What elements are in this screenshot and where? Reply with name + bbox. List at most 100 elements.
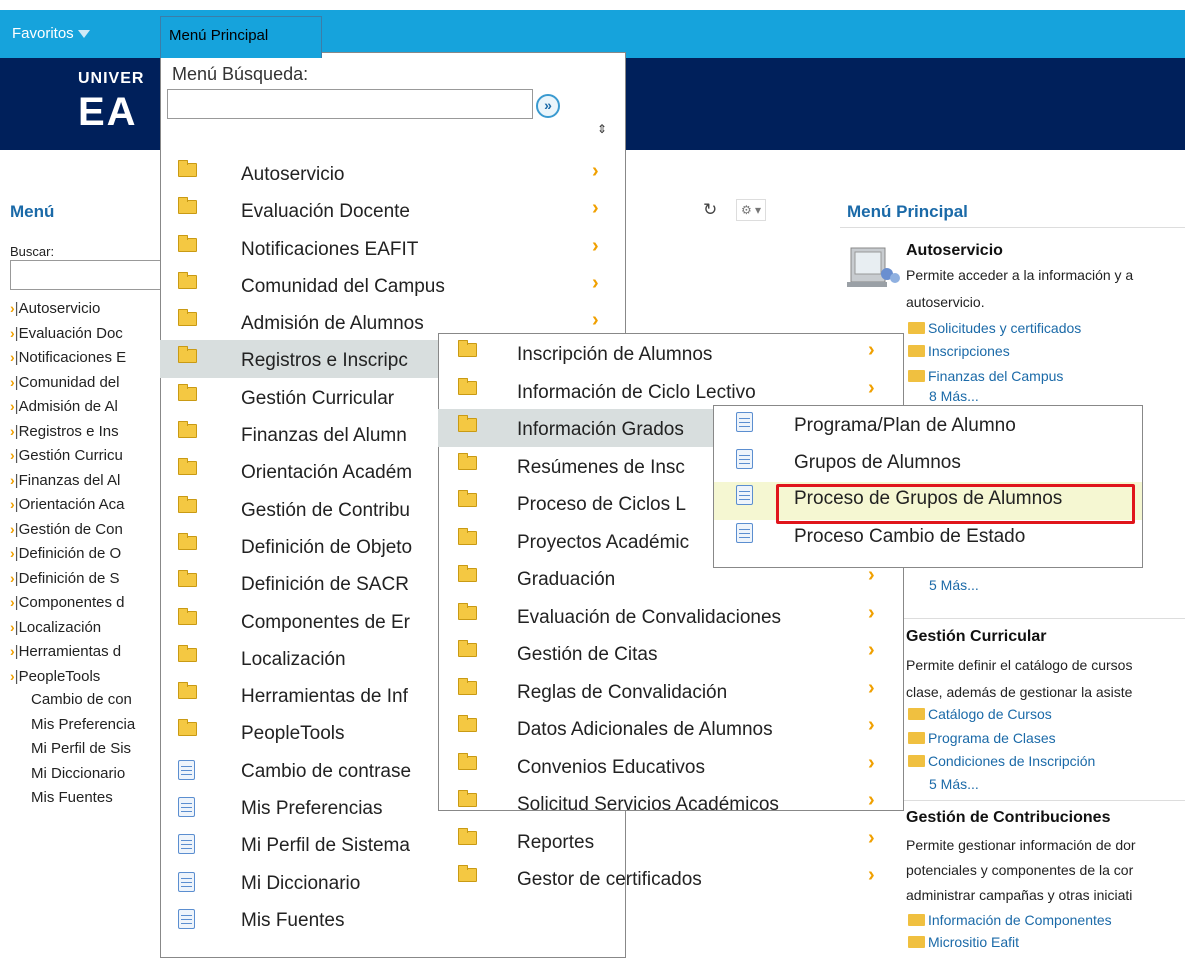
main-menu-item-label[interactable]: Mi Diccionario [241, 873, 360, 895]
left-menu-item[interactable]: ›|Admisión de Al [10, 394, 175, 419]
favorites-label[interactable]: Favoritos [12, 25, 74, 42]
chevron-right-icon[interactable]: › [868, 752, 875, 775]
submenu-registros-item-label[interactable]: Gestor de certificados [517, 869, 702, 891]
chevron-right-icon[interactable]: › [868, 377, 875, 400]
left-search-input[interactable] [10, 260, 170, 290]
submenu-grados-item[interactable]: Proceso Cambio de Estado [714, 520, 1142, 558]
submenu-registros-item-label[interactable]: Información de Ciclo Lectivo [517, 382, 756, 404]
submenu-registros-item-label[interactable]: Evaluación de Convalidaciones [517, 607, 781, 629]
gestion-contribuciones-title[interactable]: Gestión de Contribuciones [906, 809, 1110, 827]
favorites-menu[interactable]: Favoritos [12, 25, 90, 42]
submenu-grados-item-label[interactable]: Programa/Plan de Alumno [794, 415, 1016, 437]
settings-gear-icon[interactable]: ⚙ ▾ [736, 199, 766, 221]
left-menu-item-label[interactable]: Mis Fuentes [31, 789, 113, 806]
main-menu-item-label[interactable]: PeopleTools [241, 723, 345, 745]
submenu-registros-item[interactable]: Reglas de Convalidación › [438, 672, 904, 710]
link-label[interactable]: Programa de Clases [928, 730, 1056, 746]
refresh-icon[interactable]: ↻ [703, 200, 717, 220]
registros-more-link[interactable]: 5 Más... [929, 577, 979, 593]
chevron-right-icon[interactable]: › [868, 677, 875, 700]
link-label[interactable]: Información de Componentes [928, 912, 1112, 928]
submenu-registros-item[interactable]: Información de Ciclo Lectivo › [438, 372, 904, 410]
left-menu-item[interactable]: ›|Orientación Aca [10, 492, 175, 517]
main-menu-item-label[interactable]: Autoservicio [241, 164, 345, 186]
left-menu-item-label[interactable]: Orientación Aca [19, 496, 125, 513]
submenu-registros-item[interactable]: Inscripción de Alumnos › [438, 334, 904, 372]
main-menu-item-label[interactable]: Registros e Inscripc [241, 350, 408, 372]
submenu-registros-item[interactable]: Evaluación de Convalidaciones › [438, 597, 904, 635]
chevron-right-icon[interactable]: › [592, 272, 599, 295]
left-menu-item[interactable]: ›|Registros e Ins [10, 419, 175, 444]
left-menu-item-label[interactable]: PeopleTools [19, 668, 101, 685]
left-menu-item[interactable]: Mi Perfil de Sis [10, 737, 175, 762]
left-menu-item[interactable]: ›|Evaluación Doc [10, 321, 175, 346]
left-menu-item-label[interactable]: Definición de S [19, 570, 120, 587]
main-menu-item-label[interactable]: Comunidad del Campus [241, 276, 445, 298]
submenu-registros-item-label[interactable]: Inscripción de Alumnos [517, 344, 712, 366]
left-menu-item[interactable]: ›|Gestión de Con [10, 517, 175, 542]
left-menu-item-label[interactable]: Evaluación Doc [19, 325, 123, 342]
autoservicio-section-title[interactable]: Autoservicio [906, 242, 1003, 260]
main-menu-item-label[interactable]: Definición de Objeto [241, 537, 412, 559]
left-menu-item-label[interactable]: Definición de O [19, 545, 122, 562]
left-menu-item[interactable]: Cambio de con [10, 688, 175, 713]
autoservicio-more-link[interactable]: 8 Más... [929, 388, 979, 404]
link-programa-clases[interactable]: Programa de Clases [908, 730, 1056, 746]
link-label[interactable]: Catálogo de Cursos [928, 706, 1052, 722]
main-menu-item-label[interactable]: Gestión de Contribu [241, 500, 410, 522]
submenu-registros-item-label[interactable]: Datos Adicionales de Alumnos [517, 719, 773, 741]
left-menu-item-label[interactable]: Finanzas del Al [19, 472, 121, 489]
left-menu-item[interactable]: ›|Notificaciones E [10, 345, 175, 370]
submenu-registros-item-label[interactable]: Reglas de Convalidación [517, 682, 727, 704]
link-label[interactable]: Inscripciones [928, 343, 1010, 359]
left-menu-item[interactable]: ›|Definición de S [10, 566, 175, 591]
left-menu-item-label[interactable]: Mi Diccionario [31, 765, 125, 782]
chevron-right-icon[interactable]: › [868, 864, 875, 887]
main-menu-item-label[interactable]: Cambio de contrase [241, 761, 411, 783]
submenu-registros-item[interactable]: Datos Adicionales de Alumnos › [438, 709, 904, 747]
main-menu-item-label[interactable]: Notificaciones EAFIT [241, 239, 418, 261]
link-inscripciones[interactable]: Inscripciones [908, 343, 1010, 359]
left-menu-item-label[interactable]: Admisión de Al [19, 398, 118, 415]
main-menu-item-label[interactable]: Finanzas del Alumn [241, 425, 407, 447]
link-solicitudes[interactable]: Solicitudes y certificados [908, 320, 1081, 336]
link-componentes[interactable]: Información de Componentes [908, 912, 1112, 928]
left-menu-item-label[interactable]: Comunidad del [19, 374, 120, 391]
chevron-right-icon[interactable]: › [868, 639, 875, 662]
main-menu-item-label[interactable]: Mis Preferencias [241, 798, 383, 820]
left-menu-item[interactable]: ›|Definición de O [10, 541, 175, 566]
link-micrositio[interactable]: Micrositio Eafit [908, 934, 1019, 950]
left-menu-item[interactable]: ›|Herramientas d [10, 639, 175, 664]
gestion-curricular-title[interactable]: Gestión Curricular [906, 628, 1046, 646]
left-menu-item[interactable]: ›|Gestión Curricu [10, 443, 175, 468]
submenu-registros-item-label[interactable]: Proyectos Académic [517, 532, 689, 554]
search-go-icon[interactable]: » [536, 94, 560, 118]
main-menu-item-label[interactable]: Admisión de Alumnos [241, 313, 424, 335]
left-menu-item[interactable]: ›|Finanzas del Al [10, 468, 175, 493]
left-menu-item-label[interactable]: Autoservicio [19, 300, 101, 317]
chevron-right-icon[interactable]: › [868, 714, 875, 737]
chevron-right-icon[interactable]: › [868, 339, 875, 362]
main-menu-item-label[interactable]: Herramientas de Inf [241, 686, 408, 708]
link-label[interactable]: Solicitudes y certificados [928, 320, 1081, 336]
left-menu-item[interactable]: Mis Preferencia [10, 713, 175, 738]
submenu-grados-item-label[interactable]: Grupos de Alumnos [794, 452, 961, 474]
submenu-registros-item-label[interactable]: Proceso de Ciclos L [517, 494, 686, 516]
main-menu-item[interactable]: Autoservicio › [160, 154, 626, 191]
chevron-right-icon[interactable]: › [868, 602, 875, 625]
chevron-right-icon[interactable]: › [592, 309, 599, 332]
left-menu-item-label[interactable]: Mi Perfil de Sis [31, 740, 131, 757]
submenu-registros-item-label[interactable]: Graduación [517, 569, 615, 591]
chevron-right-icon[interactable]: › [592, 197, 599, 220]
submenu-grados-item-label[interactable]: Proceso Cambio de Estado [794, 526, 1025, 548]
sort-icon[interactable]: ⇕ [597, 123, 607, 135]
main-menu-tab[interactable]: Menú Principal [160, 16, 322, 58]
submenu-registros-item[interactable]: Gestor de certificados › [438, 859, 904, 897]
submenu-registros-item[interactable]: Convenios Educativos › [438, 747, 904, 785]
left-menu-item[interactable]: Mis Fuentes [10, 786, 175, 811]
main-menu-item-label[interactable]: Mi Perfil de Sistema [241, 835, 410, 857]
menu-search-input[interactable] [167, 89, 533, 119]
submenu-registros-item-label[interactable]: Reportes [517, 832, 594, 854]
left-menu-item[interactable]: ›|Componentes d [10, 590, 175, 615]
left-menu-item-label[interactable]: Notificaciones E [19, 349, 127, 366]
